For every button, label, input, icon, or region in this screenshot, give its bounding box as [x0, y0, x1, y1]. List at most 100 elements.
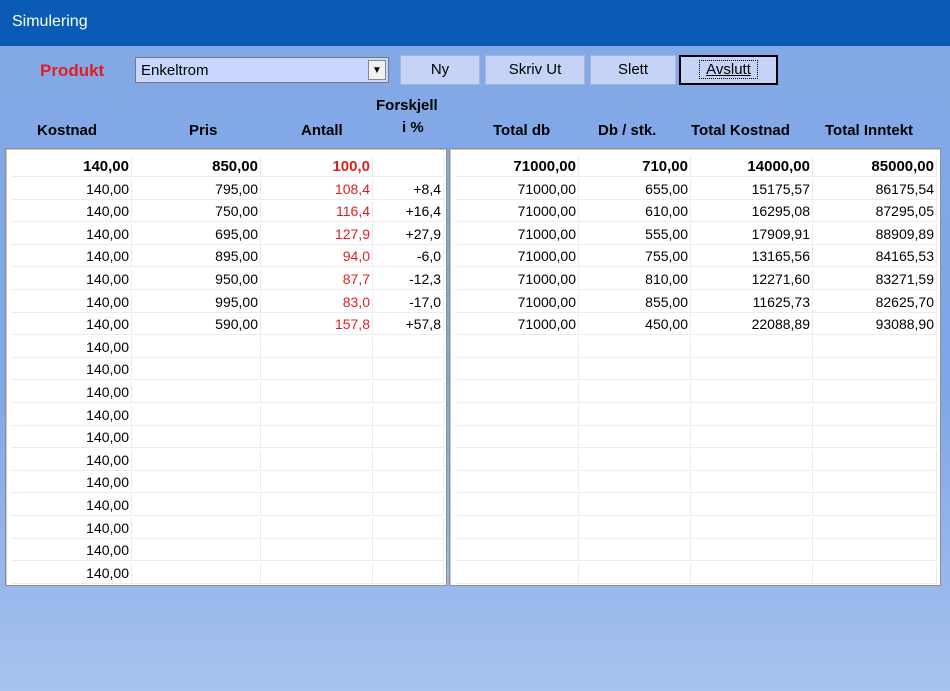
product-select[interactable]: Enkeltrom ▼: [135, 57, 389, 83]
cell-total-db[interactable]: [455, 517, 579, 539]
cell-antall[interactable]: [261, 517, 373, 539]
cell-total-db[interactable]: [455, 404, 579, 426]
cell-total-kostnad[interactable]: [691, 427, 813, 449]
cell-total-db[interactable]: 71000,00: [455, 178, 579, 200]
table-row[interactable]: 71000,00 655,00 15175,57 86175,54: [450, 178, 940, 201]
cell-total-db[interactable]: 71000,00: [455, 269, 579, 290]
table-row[interactable]: 140,00: [6, 427, 446, 449]
cell-total-db[interactable]: [455, 472, 579, 494]
cell-db-stk[interactable]: [579, 472, 691, 494]
cell-pris[interactable]: 795,00: [132, 178, 261, 200]
cell-pris[interactable]: 750,00: [132, 201, 261, 223]
cell-total-db[interactable]: 71000,00: [455, 223, 579, 245]
cell-total-inntekt[interactable]: [813, 427, 937, 449]
cell-kostnad[interactable]: 140,00: [11, 427, 132, 449]
cell-antall[interactable]: [261, 449, 373, 471]
new-button[interactable]: Ny: [400, 55, 480, 85]
table-row[interactable]: 140,00: [6, 336, 446, 359]
table-row[interactable]: 140,00: [6, 472, 446, 494]
cell-pris[interactable]: [132, 540, 261, 562]
cell-db-stk[interactable]: [579, 449, 691, 471]
cell-db-stk[interactable]: 450,00: [579, 314, 691, 336]
cell-kostnad[interactable]: 140,00: [11, 404, 132, 426]
cell-antall[interactable]: 100,0: [261, 156, 373, 177]
cell-forskjell[interactable]: +16,4: [373, 201, 444, 223]
cell-forskjell[interactable]: +57,8: [373, 314, 444, 336]
cell-antall[interactable]: [261, 382, 373, 403]
cell-kostnad[interactable]: 140,00: [11, 495, 132, 516]
cell-total-inntekt[interactable]: 84165,53: [813, 246, 937, 268]
cell-total-kostnad[interactable]: [691, 517, 813, 539]
cell-kostnad[interactable]: 140,00: [11, 156, 132, 177]
table-row[interactable]: 71000,00 555,00 17909,91 88909,89: [450, 223, 940, 246]
cell-pris[interactable]: [132, 449, 261, 471]
cell-pris[interactable]: [132, 382, 261, 403]
cell-total-kostnad[interactable]: [691, 562, 813, 584]
cell-total-kostnad[interactable]: [691, 472, 813, 494]
cell-total-kostnad[interactable]: 12271,60: [691, 269, 813, 290]
cell-antall[interactable]: 108,4: [261, 178, 373, 200]
cell-forskjell[interactable]: +8,4: [373, 178, 444, 200]
cell-forskjell[interactable]: [373, 495, 444, 516]
table-row[interactable]: 140,00: [6, 495, 446, 517]
cell-antall[interactable]: [261, 336, 373, 358]
cell-pris[interactable]: 895,00: [132, 246, 261, 268]
cell-antall[interactable]: [261, 472, 373, 494]
cell-total-kostnad[interactable]: [691, 540, 813, 562]
cell-db-stk[interactable]: 810,00: [579, 269, 691, 290]
cell-total-db[interactable]: [455, 359, 579, 381]
cell-forskjell[interactable]: [373, 336, 444, 358]
table-row[interactable]: 71000,00 755,00 13165,56 84165,53: [450, 246, 940, 268]
cell-pris[interactable]: 995,00: [132, 291, 261, 313]
cell-total-inntekt[interactable]: [813, 359, 937, 381]
cell-total-db[interactable]: 71000,00: [455, 246, 579, 268]
table-row[interactable]: 140,00 950,00 87,7 -12,3: [6, 269, 446, 291]
cell-total-db[interactable]: 71000,00: [455, 156, 579, 177]
cell-forskjell[interactable]: -6,0: [373, 246, 444, 268]
cell-kostnad[interactable]: 140,00: [11, 314, 132, 336]
table-row[interactable]: [450, 359, 940, 381]
cell-kostnad[interactable]: 140,00: [11, 336, 132, 358]
cell-total-inntekt[interactable]: [813, 517, 937, 539]
cell-forskjell[interactable]: -17,0: [373, 291, 444, 313]
cell-db-stk[interactable]: [579, 382, 691, 403]
cell-kostnad[interactable]: 140,00: [11, 178, 132, 200]
cell-antall[interactable]: 94,0: [261, 246, 373, 268]
cell-kostnad[interactable]: 140,00: [11, 291, 132, 313]
cell-antall[interactable]: [261, 495, 373, 516]
cell-db-stk[interactable]: 555,00: [579, 223, 691, 245]
cell-total-kostnad[interactable]: [691, 382, 813, 403]
cell-kostnad[interactable]: 140,00: [11, 246, 132, 268]
cell-total-inntekt[interactable]: [813, 472, 937, 494]
cell-total-kostnad[interactable]: 15175,57: [691, 178, 813, 200]
cell-total-db[interactable]: [455, 427, 579, 449]
cell-pris[interactable]: 950,00: [132, 269, 261, 290]
cell-total-inntekt[interactable]: [813, 404, 937, 426]
cell-total-inntekt[interactable]: 87295,05: [813, 201, 937, 223]
cell-total-inntekt[interactable]: [813, 336, 937, 358]
cell-total-kostnad[interactable]: 16295,08: [691, 201, 813, 223]
cell-forskjell[interactable]: [373, 156, 444, 177]
table-row[interactable]: 140,00 695,00 127,9 +27,9: [6, 223, 446, 246]
cell-kostnad[interactable]: 140,00: [11, 449, 132, 471]
chevron-down-icon[interactable]: ▼: [368, 60, 386, 80]
cell-pris[interactable]: 590,00: [132, 314, 261, 336]
cell-db-stk[interactable]: [579, 495, 691, 516]
cell-forskjell[interactable]: -12,3: [373, 269, 444, 290]
cell-total-kostnad[interactable]: 22088,89: [691, 314, 813, 336]
table-row[interactable]: 71000,00 450,00 22088,89 93088,90: [450, 314, 940, 336]
cell-total-db[interactable]: 71000,00: [455, 314, 579, 336]
cell-total-inntekt[interactable]: 85000,00: [813, 156, 937, 177]
left-grid[interactable]: 140,00 850,00 100,0 140,00 795,00 108,4 +8,4 14…: [5, 148, 447, 586]
cell-forskjell[interactable]: [373, 382, 444, 403]
print-button[interactable]: Skriv Ut: [485, 55, 585, 85]
cell-forskjell[interactable]: [373, 472, 444, 494]
table-row[interactable]: 140,00 590,00 157,8 +57,8: [6, 314, 446, 336]
cell-kostnad[interactable]: 140,00: [11, 269, 132, 290]
cell-forskjell[interactable]: [373, 562, 444, 584]
cell-kostnad[interactable]: 140,00: [11, 382, 132, 403]
table-row[interactable]: [450, 495, 940, 517]
cell-antall[interactable]: 116,4: [261, 201, 373, 223]
cell-total-inntekt[interactable]: [813, 449, 937, 471]
cell-db-stk[interactable]: [579, 336, 691, 358]
